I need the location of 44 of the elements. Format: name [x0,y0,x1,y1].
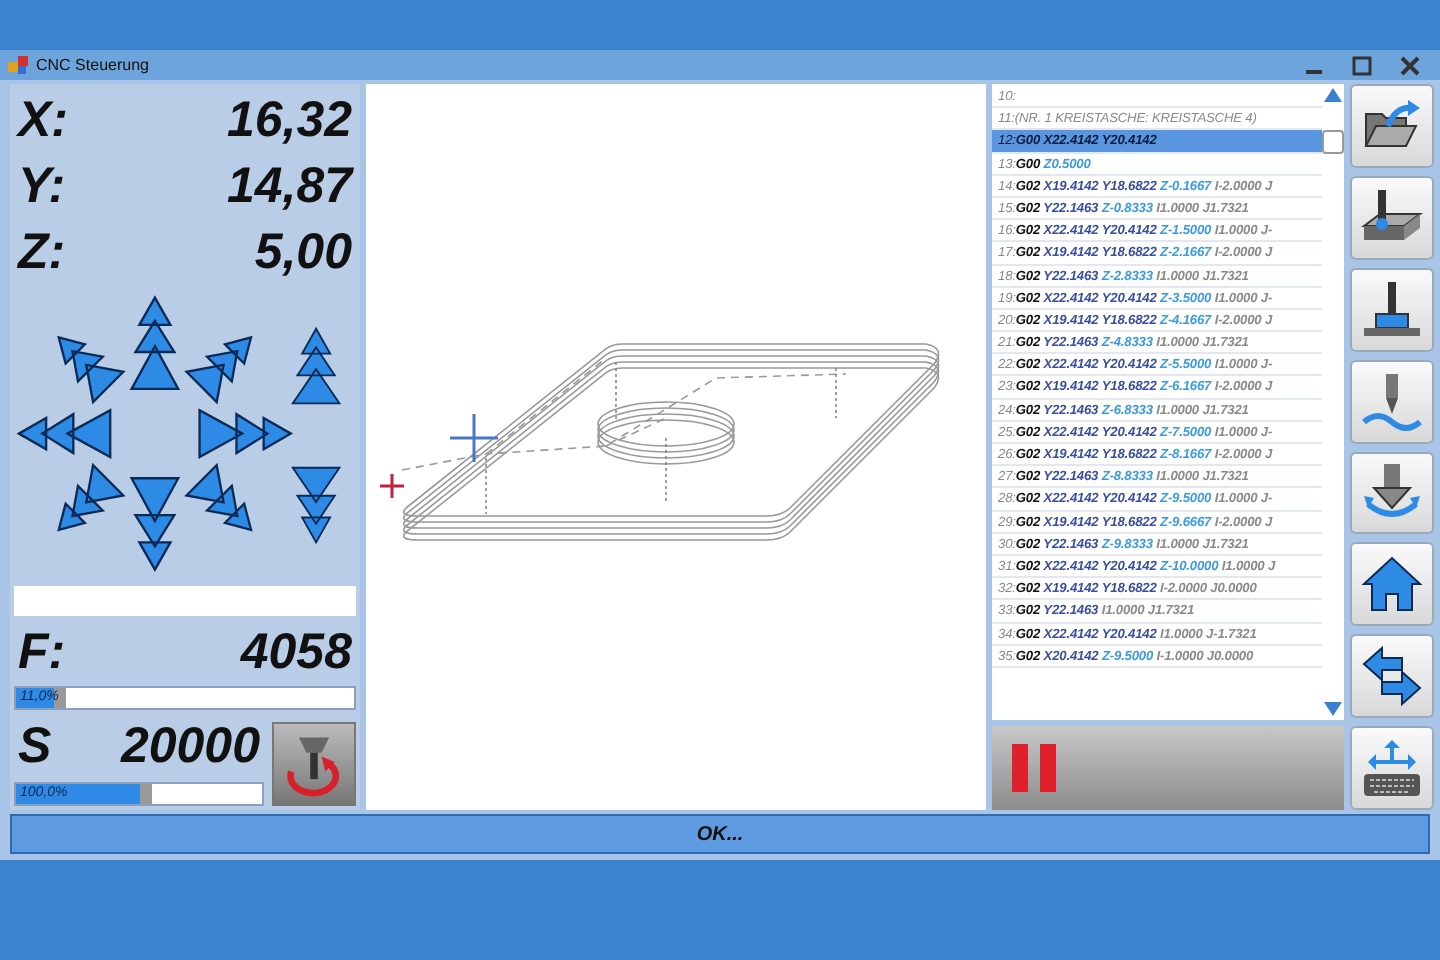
spindle-button[interactable] [272,721,356,806]
probe-wave-icon [1360,369,1424,434]
home-icon [1360,552,1424,617]
open-file-button[interactable] [1350,84,1434,168]
jog-arrow-button[interactable] [16,408,112,459]
jog-arrow-button[interactable] [184,335,253,405]
swap-arrows-button[interactable] [1350,634,1434,719]
scroll-down-icon[interactable] [1324,702,1342,716]
axis-value: 16,32 [226,92,352,150]
home-button[interactable] [1350,542,1434,627]
window-title: CNC Steuerung [36,56,149,74]
jog-arrow-button[interactable] [129,477,181,572]
axis-label: Y: [18,158,66,217]
tool-length-button[interactable] [1350,267,1434,352]
maximize-icon[interactable] [1352,55,1372,75]
origin-marker-icon [378,471,406,499]
tool-on-sensor-icon [1360,277,1424,342]
feed-value: 4058 [240,624,352,683]
axis-value: 5,00 [254,224,352,283]
jog-arrow-button[interactable] [291,466,342,545]
keyboard-button[interactable] [1350,726,1434,810]
jog-arrow-button[interactable] [198,408,294,459]
close-icon[interactable] [1400,55,1420,75]
app-icon [8,55,28,75]
axis-label: Z: [18,224,66,283]
jog-arrow-button[interactable] [129,295,181,391]
tool-change-button[interactable] [1350,451,1434,535]
jog-arrow-button[interactable] [291,326,342,405]
ok-button[interactable]: OK... [10,814,1430,854]
swap-arrows-icon [1360,644,1424,709]
tool-on-workpiece-button[interactable] [1350,175,1434,260]
keyboard-icon [1360,736,1424,801]
jog-arrow-button[interactable] [184,462,253,532]
scrollbar-thumb[interactable] [1322,130,1344,154]
spindle-value: 20000 [120,718,260,777]
jog-arrow-button[interactable] [57,335,126,405]
probe-surface-button[interactable] [1350,359,1434,443]
feed-label: F: [18,624,66,683]
spindle-label: S [18,718,52,777]
axis-value: 14,87 [226,158,352,217]
jog-arrow-button[interactable] [57,462,126,532]
axis-label: X: [18,92,68,150]
scroll-up-icon[interactable] [1324,88,1342,102]
crosshair-icon [448,411,500,463]
